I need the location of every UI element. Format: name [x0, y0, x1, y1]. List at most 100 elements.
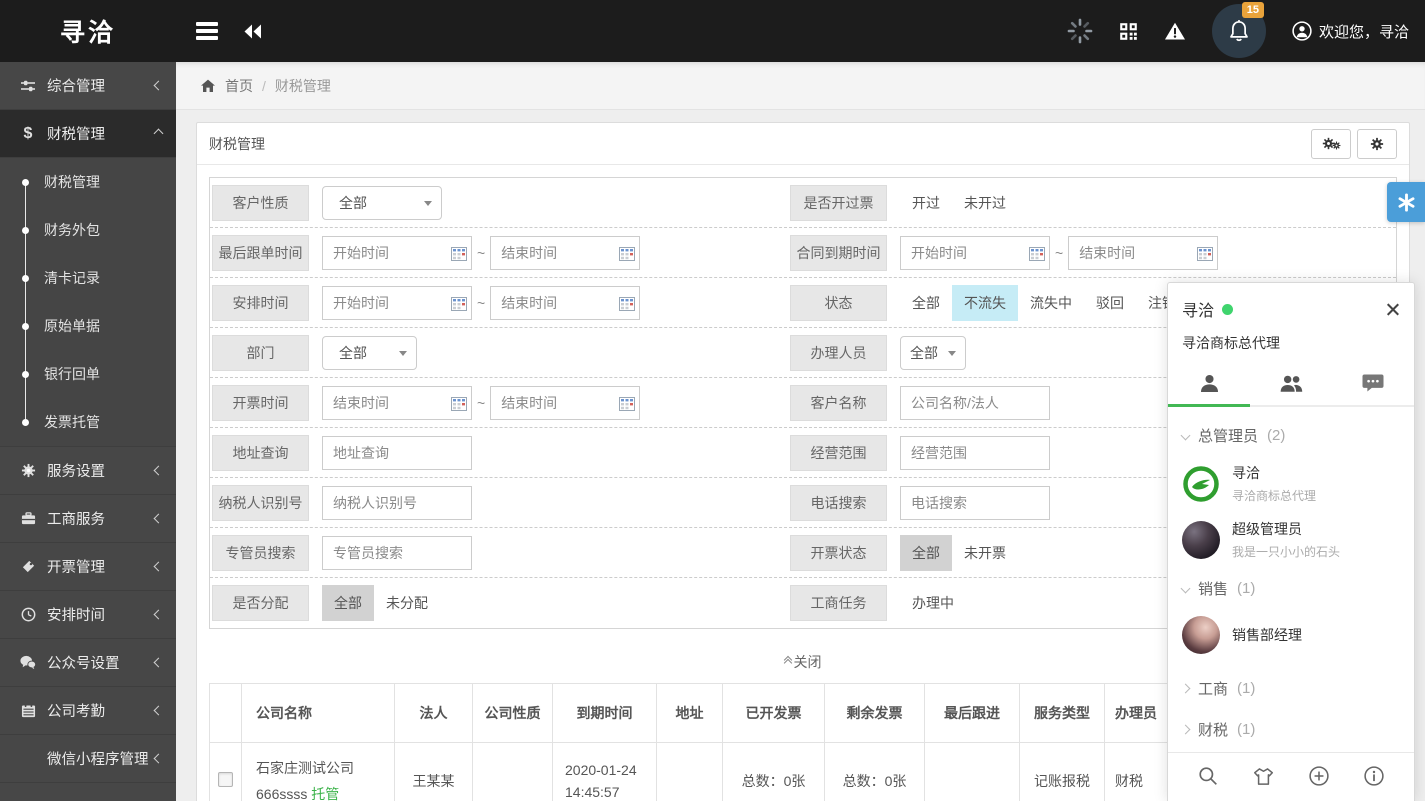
assigned-option-unassigned[interactable]: 未分配 [374, 585, 440, 621]
company-nature-cell [473, 742, 553, 801]
columns-settings-button[interactable] [1311, 129, 1351, 159]
warning-icon[interactable] [1164, 21, 1186, 41]
avatar [1182, 521, 1220, 559]
not-invoiced-option[interactable]: 未开过 [952, 185, 1018, 221]
col-last-follow: 最后跟进 [925, 683, 1020, 742]
invoiced-count-cell: 总数：0张 [723, 742, 825, 801]
schedule-end-date[interactable] [490, 286, 640, 320]
close-icon[interactable] [1385, 302, 1400, 317]
contract-expire-start-date[interactable] [900, 236, 1050, 270]
invoice-start-date[interactable] [322, 386, 472, 420]
user-menu[interactable]: 欢迎您，寻洽 [1292, 21, 1409, 42]
hosting-tag: 托管 [311, 786, 339, 801]
chevron-up-icon [154, 129, 164, 139]
chevron-down-icon [1181, 431, 1191, 441]
address-search-input[interactable] [322, 436, 472, 470]
sidebar-item-business-services[interactable]: 工商服务 [0, 495, 176, 543]
business-scope-input[interactable] [900, 436, 1050, 470]
group-admins[interactable]: 总管理员 (2) [1168, 415, 1414, 456]
calendar-icon [1197, 247, 1213, 261]
contract-expire-end-date[interactable] [1068, 236, 1218, 270]
sidebar-item-official-account[interactable]: 公众号设置 [0, 639, 176, 687]
department-select[interactable]: 全部 [322, 336, 417, 370]
calendar-icon [451, 397, 467, 411]
filter-label: 是否开过票 [790, 185, 887, 221]
sidebar-item-mini-program[interactable]: 微信小程序管理 [0, 735, 176, 783]
notifications-button[interactable]: 15 [1212, 4, 1266, 58]
sliders-icon [16, 78, 40, 94]
menu-icon[interactable] [196, 19, 218, 43]
sidebar-item-invoicing[interactable]: 开票管理 [0, 543, 176, 591]
col-remaining: 剩余发票 [825, 683, 925, 742]
briefcase-icon [16, 511, 40, 526]
expire-time: 14:45:57 [565, 784, 648, 800]
row-checkbox[interactable] [218, 772, 233, 787]
chat-member[interactable]: 寻洽 寻洽商标总代理 [1168, 456, 1414, 512]
qr-code-icon[interactable] [1119, 22, 1138, 41]
last-follow-end-date[interactable] [490, 236, 640, 270]
sidebar-item-general[interactable]: 综合管理 [0, 62, 176, 110]
agent-select[interactable]: 全部 [900, 336, 966, 370]
ticket-icon [16, 559, 40, 574]
sidebar: 综合管理 $ 财税管理 财税管理 财务外包 清卡记录 原始单据 银行回单 发票托… [0, 62, 176, 801]
group-finance[interactable]: 财税 (1) [1168, 709, 1414, 750]
chevron-right-icon [1181, 684, 1191, 694]
chevron-down-icon [948, 351, 956, 356]
status-option-retained[interactable]: 不流失 [952, 285, 1018, 321]
breadcrumb-home[interactable]: 首页 [225, 76, 253, 96]
chevron-right-icon [1181, 725, 1191, 735]
tab-groups[interactable] [1250, 363, 1332, 405]
tab-contacts[interactable] [1168, 363, 1250, 405]
invoice-status-option-none[interactable]: 未开票 [952, 535, 1018, 571]
group-sales[interactable]: 销售 (1) [1168, 568, 1414, 609]
business-task-option[interactable]: 办理中 [900, 585, 966, 621]
gear-icon [16, 463, 40, 478]
status-option-losing[interactable]: 流失中 [1018, 285, 1084, 321]
customer-nature-select[interactable]: 全部 [322, 186, 442, 220]
settings-button[interactable] [1357, 129, 1397, 159]
customer-name-input[interactable] [900, 386, 1050, 420]
backward-icon[interactable] [244, 24, 262, 39]
calendar-icon [1029, 247, 1045, 261]
submenu-item-invoice-hosting[interactable]: 发票托管 [0, 398, 176, 446]
invoiced-option[interactable]: 开过 [900, 185, 952, 221]
sidebar-item-scheduling[interactable]: 安排时间 [0, 591, 176, 639]
home-icon [200, 78, 216, 94]
quick-settings-float-button[interactable] [1387, 182, 1425, 222]
supervisor-search-input[interactable] [322, 536, 472, 570]
sidebar-item-service-settings[interactable]: 服务设置 [0, 447, 176, 495]
collapse-filters-link[interactable]: 关闭 [785, 652, 822, 672]
person-icon [1199, 373, 1220, 394]
shirt-icon[interactable] [1253, 767, 1274, 786]
info-circle-icon[interactable] [1364, 766, 1384, 786]
sidebar-item-attendance[interactable]: 公司考勤 [0, 687, 176, 735]
tab-messages[interactable] [1332, 363, 1414, 405]
last-follow-start-date[interactable] [322, 236, 472, 270]
submenu-item-bank-receipts[interactable]: 银行回单 [0, 350, 176, 398]
assigned-option-all[interactable]: 全部 [322, 585, 374, 621]
chat-member[interactable]: 销售部经理 [1168, 609, 1414, 662]
calendar-icon [619, 397, 635, 411]
sidebar-item-finance-tax[interactable]: $ 财税管理 [0, 110, 176, 158]
taxpayer-id-input[interactable] [322, 486, 472, 520]
chat-member[interactable]: 超级管理员 我是一只小小的石头 [1168, 512, 1414, 568]
submenu-item-original-docs[interactable]: 原始单据 [0, 302, 176, 350]
plus-circle-icon[interactable] [1309, 766, 1329, 786]
invoice-status-option-all[interactable]: 全部 [900, 535, 952, 571]
schedule-start-date[interactable] [322, 286, 472, 320]
status-option-rejected[interactable]: 驳回 [1084, 285, 1136, 321]
app-logo: 寻洽 [0, 13, 176, 49]
expire-date: 2020-01-24 [565, 762, 648, 778]
submenu-item-finance-tax[interactable]: 财税管理 [0, 158, 176, 206]
people-icon [1280, 373, 1303, 394]
submenu-item-outsourcing[interactable]: 财务外包 [0, 206, 176, 254]
phone-search-input[interactable] [900, 486, 1050, 520]
filter-label: 客户性质 [212, 185, 309, 221]
calendar-icon [619, 297, 635, 311]
invoice-end-date[interactable] [490, 386, 640, 420]
search-icon[interactable] [1198, 766, 1218, 786]
status-option-all[interactable]: 全部 [900, 285, 952, 321]
chat-title: 寻洽 [1182, 297, 1214, 321]
group-business[interactable]: 工商 (1) [1168, 662, 1414, 709]
submenu-item-card-records[interactable]: 清卡记录 [0, 254, 176, 302]
